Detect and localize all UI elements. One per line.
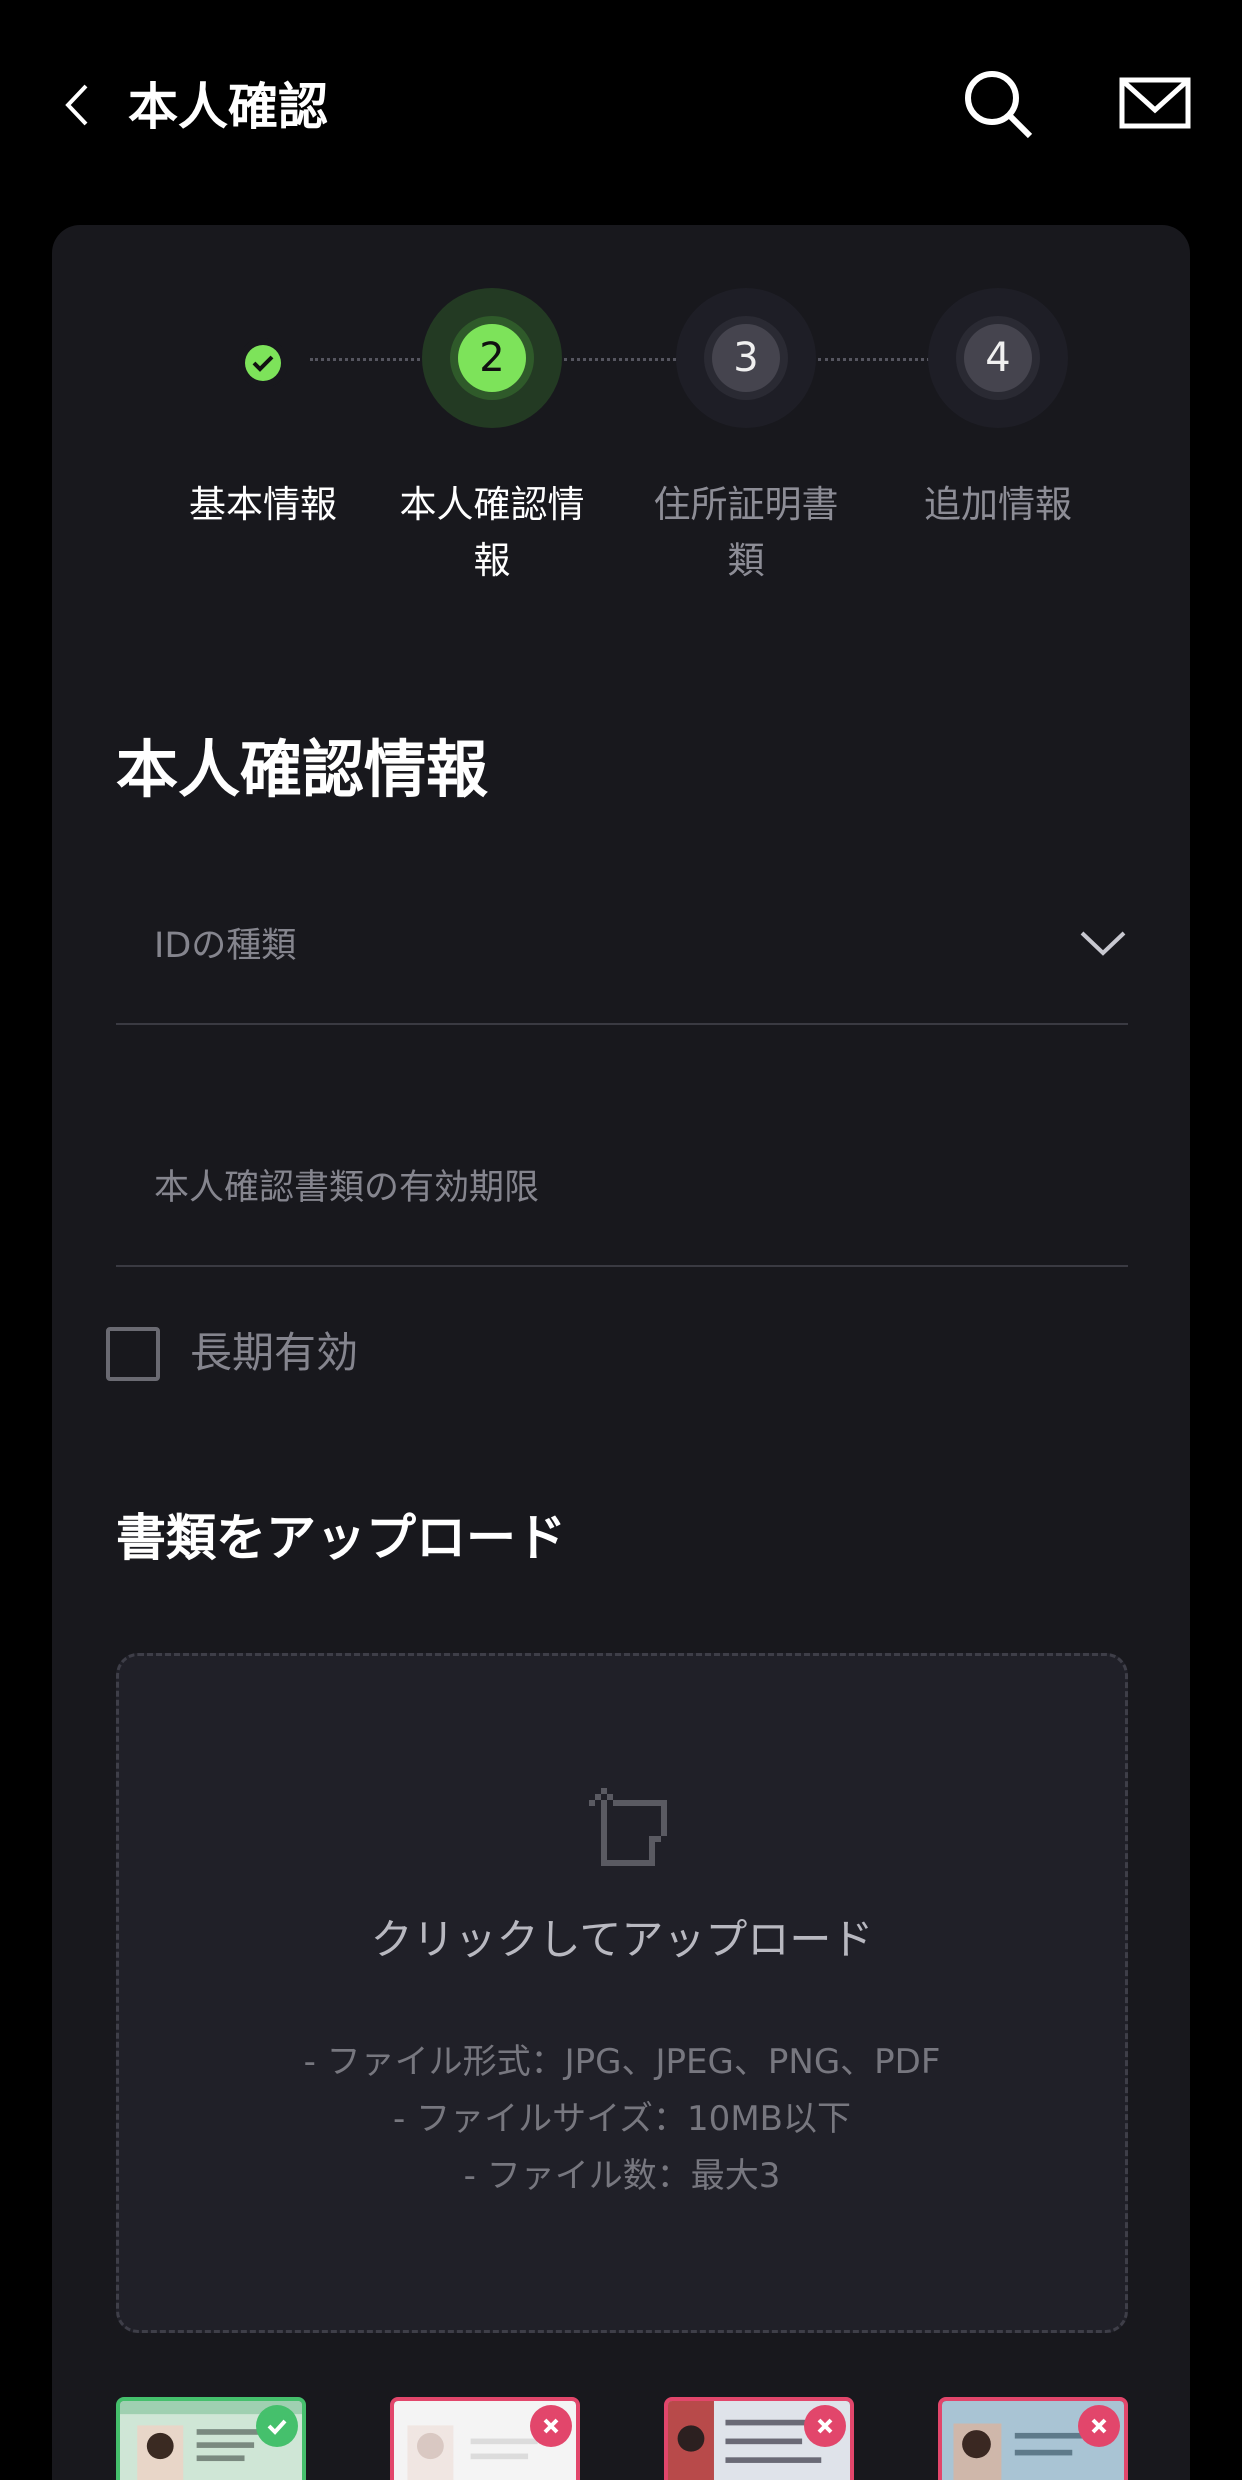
mail-icon[interactable] <box>1118 68 1192 142</box>
example-thumbnails <box>112 2397 1130 2480</box>
upload-section-title: 書類をアップロード <box>116 1509 566 1567</box>
upload-dropzone[interactable]: クリックしてアップロード - ファイル形式：JPG、JPEG、PNG、PDF -… <box>116 1653 1128 2333</box>
step-number: 4 <box>964 324 1032 392</box>
step-2-indicator: 2 <box>422 288 562 428</box>
step-3-indicator: 3 <box>676 288 816 428</box>
upload-rules: - ファイル形式：JPG、JPEG、PNG、PDF - ファイルサイズ：10MB… <box>119 2034 1125 2205</box>
upload-file-icon <box>589 1788 667 1866</box>
app-header: 本人確認 <box>0 0 1242 210</box>
search-icon[interactable] <box>962 68 1036 142</box>
step-2-label: 本人確認情報 <box>399 483 585 582</box>
check-badge <box>256 2405 298 2447</box>
step-1-label: 基本情報 <box>189 483 337 526</box>
page-title: 本人確認 <box>128 78 328 136</box>
error-badge <box>530 2405 572 2447</box>
upload-rule-count: - ファイル数：最大3 <box>463 2156 781 2196</box>
check-icon <box>267 2419 287 2435</box>
error-badge <box>1078 2405 1120 2447</box>
chevron-down-icon <box>1080 931 1126 956</box>
step-1-indicator <box>238 338 288 388</box>
expiry-date-placeholder: 本人確認書類の有効期限 <box>154 1168 540 1208</box>
upload-rule-format: - ファイル形式：JPG、JPEG、PNG、PDF <box>303 2042 941 2082</box>
upload-cta: クリックしてアップロード <box>370 1915 874 1964</box>
close-icon <box>543 2418 559 2434</box>
id-type-select[interactable]: IDの種類 <box>116 875 1128 1025</box>
section-title: 本人確認情報 <box>116 733 489 806</box>
example-bad <box>390 2397 580 2480</box>
example-good <box>116 2397 306 2480</box>
expiry-date-field[interactable]: 本人確認書類の有効期限 <box>116 1117 1128 1267</box>
error-badge <box>804 2405 846 2447</box>
close-icon <box>1091 2418 1107 2434</box>
long-term-checkbox[interactable] <box>106 1327 160 1381</box>
kyc-card: 2 3 4 基本情報 本人確認情報 住所証明書類 追加情報 本人確認情報 IDの… <box>52 225 1190 2480</box>
close-icon <box>817 2418 833 2434</box>
example-bad <box>938 2397 1128 2480</box>
check-icon <box>252 355 274 372</box>
step-4-indicator: 4 <box>928 288 1068 428</box>
example-bad <box>664 2397 854 2480</box>
step-number: 3 <box>712 324 780 392</box>
chevron-left-icon[interactable] <box>58 80 98 130</box>
step-3-label: 住所証明書類 <box>653 483 839 582</box>
step-4-label: 追加情報 <box>924 483 1072 526</box>
step-number: 2 <box>458 324 526 392</box>
upload-rule-size: - ファイルサイズ：10MB以下 <box>393 2099 851 2139</box>
long-term-label: 長期有効 <box>190 1328 359 1377</box>
id-type-placeholder: IDの種類 <box>154 926 297 966</box>
